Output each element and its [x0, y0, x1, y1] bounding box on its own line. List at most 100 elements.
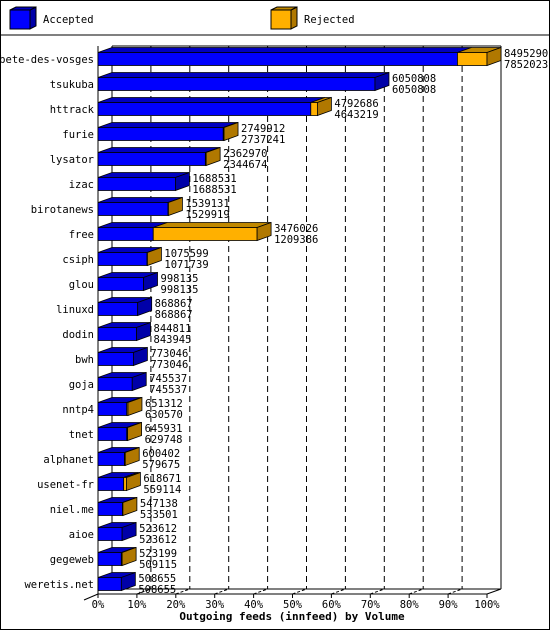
tick-floor-line — [214, 588, 229, 595]
bar-accepted — [97, 327, 137, 341]
x-axis-right-edge — [486, 588, 502, 595]
legend-label-accepted: Accepted — [43, 14, 94, 26]
bars: bete-des-vosges 84952907852023 tsukuba 6050… — [0, 46, 548, 596]
bar-group: tnet 645931629748 — [69, 421, 183, 446]
category-label: glou — [69, 279, 94, 291]
bar-group: birotanews 15391311529919 — [31, 196, 230, 221]
bar-group: bwh 773046773046 — [75, 346, 188, 371]
bar-accepted-top — [97, 97, 325, 103]
bar-group: glou 998135998135 — [69, 271, 199, 296]
bar-accepted — [97, 352, 134, 366]
bar-group: furie 27499122737241 — [62, 121, 285, 146]
bar-accepted-top — [97, 47, 472, 53]
category-label: bwh — [75, 354, 94, 366]
bar-group: aioe 523612523612 — [69, 521, 177, 546]
bar-rejected — [457, 52, 488, 66]
bar-accepted-top — [97, 172, 190, 178]
legend-swatch-rejected — [270, 9, 292, 30]
category-label: tsukuba — [50, 79, 94, 91]
tick-label: 0% — [92, 599, 105, 611]
category-label: goja — [69, 379, 94, 391]
bar-accepted-top — [97, 122, 238, 128]
bar-accepted — [97, 552, 122, 566]
tick-floor-line — [253, 588, 268, 595]
bar-accepted — [97, 177, 176, 191]
category-label: furie — [62, 129, 94, 141]
accepted-value-label: 1209386 — [274, 234, 318, 246]
accepted-value-label: 509115 — [139, 559, 177, 571]
accepted-value-label: 745537 — [149, 384, 187, 396]
accepted-value-label: 1529919 — [185, 209, 229, 221]
category-label: dodin — [62, 329, 94, 341]
tick-floor-line — [447, 588, 463, 595]
bar-accepted — [97, 377, 133, 391]
bar-accepted — [97, 127, 224, 141]
tick-floor-line — [292, 588, 307, 595]
accepted-value-label: 1071739 — [164, 259, 208, 271]
accepted-value-label: 2344674 — [223, 159, 267, 171]
category-label: linuxd — [56, 304, 94, 316]
bar-chart: Accepted Rejected bete-des-vosges 8495290… — [0, 6, 550, 623]
bar-rejected — [152, 227, 258, 241]
bar-group: usenet-fr 618671559114 — [37, 471, 181, 496]
bar-accepted — [97, 452, 125, 466]
legend-swatch-accepted — [9, 9, 31, 30]
bar-group: bete-des-vosges 84952907852023 — [0, 46, 548, 71]
category-label: niel.me — [50, 504, 94, 516]
bar-rejected-top — [153, 222, 272, 228]
accepted-value-label: 1688531 — [192, 184, 236, 196]
accepted-value-label: 533501 — [140, 509, 178, 521]
bar-accepted — [97, 152, 206, 166]
accepted-value-label: 4643219 — [334, 109, 378, 121]
bar-accepted — [97, 427, 128, 441]
category-label: tnet — [69, 429, 94, 441]
accepted-value-label: 998135 — [161, 284, 199, 296]
bar-group: goja 745537745537 — [69, 371, 187, 396]
category-label: nntp4 — [62, 404, 94, 416]
legend-label-rejected: Rejected — [304, 14, 355, 26]
accepted-value-label: 843945 — [154, 334, 192, 346]
bar-accepted — [97, 477, 125, 491]
tick-label: 100% — [474, 599, 500, 611]
tick-floor-line — [175, 588, 190, 595]
bar-group: niel.me 547138533501 — [50, 496, 178, 521]
category-label: free — [69, 229, 94, 241]
category-label: aioe — [69, 529, 94, 541]
tick-floor-line — [409, 588, 424, 595]
accepted-value-label: 523612 — [139, 534, 177, 546]
bar-group: lysator 23629702344674 — [50, 146, 267, 171]
accepted-value-label: 579675 — [142, 459, 180, 471]
tick-label: 10% — [127, 599, 147, 611]
bar-group: izac 16885311688531 — [69, 171, 237, 196]
bar-accepted-top — [97, 72, 390, 78]
bar-group: gegeweb 523199509115 — [50, 546, 177, 571]
legend-item-rejected: Rejected — [270, 6, 355, 30]
tick-floor-line — [331, 588, 346, 595]
bar-group: free 34760261209386 — [69, 221, 318, 246]
legend-swatch-accepted-side — [29, 6, 37, 30]
bar-accepted — [97, 202, 169, 216]
category-label: csiph — [62, 254, 94, 266]
category-label: bete-des-vosges — [0, 54, 94, 66]
accepted-value-label: 6050808 — [392, 84, 436, 96]
accepted-value-label: 2737241 — [241, 134, 285, 146]
bar-accepted — [97, 227, 154, 241]
bar-accepted — [97, 277, 144, 291]
tick-label: 90% — [439, 599, 459, 611]
bar-group: weretis.net 508655508655 — [24, 571, 176, 596]
tick-floor-line — [370, 588, 385, 595]
category-label: birotanews — [31, 204, 94, 216]
category-label: httrack — [50, 104, 95, 116]
legend: Accepted Rejected — [9, 6, 355, 30]
bar-group: dodin 844811843945 — [62, 321, 192, 346]
bar-accepted — [97, 402, 128, 416]
category-label: lysator — [50, 154, 94, 166]
category-label: gegeweb — [50, 554, 94, 566]
bar-accepted-top — [97, 147, 220, 153]
bar-accepted — [97, 52, 458, 66]
bar-rejected — [310, 102, 318, 116]
bar-accepted — [97, 302, 139, 316]
accepted-value-label: 630570 — [145, 409, 183, 421]
bar-accepted — [97, 577, 122, 591]
bar-accepted — [97, 502, 123, 516]
